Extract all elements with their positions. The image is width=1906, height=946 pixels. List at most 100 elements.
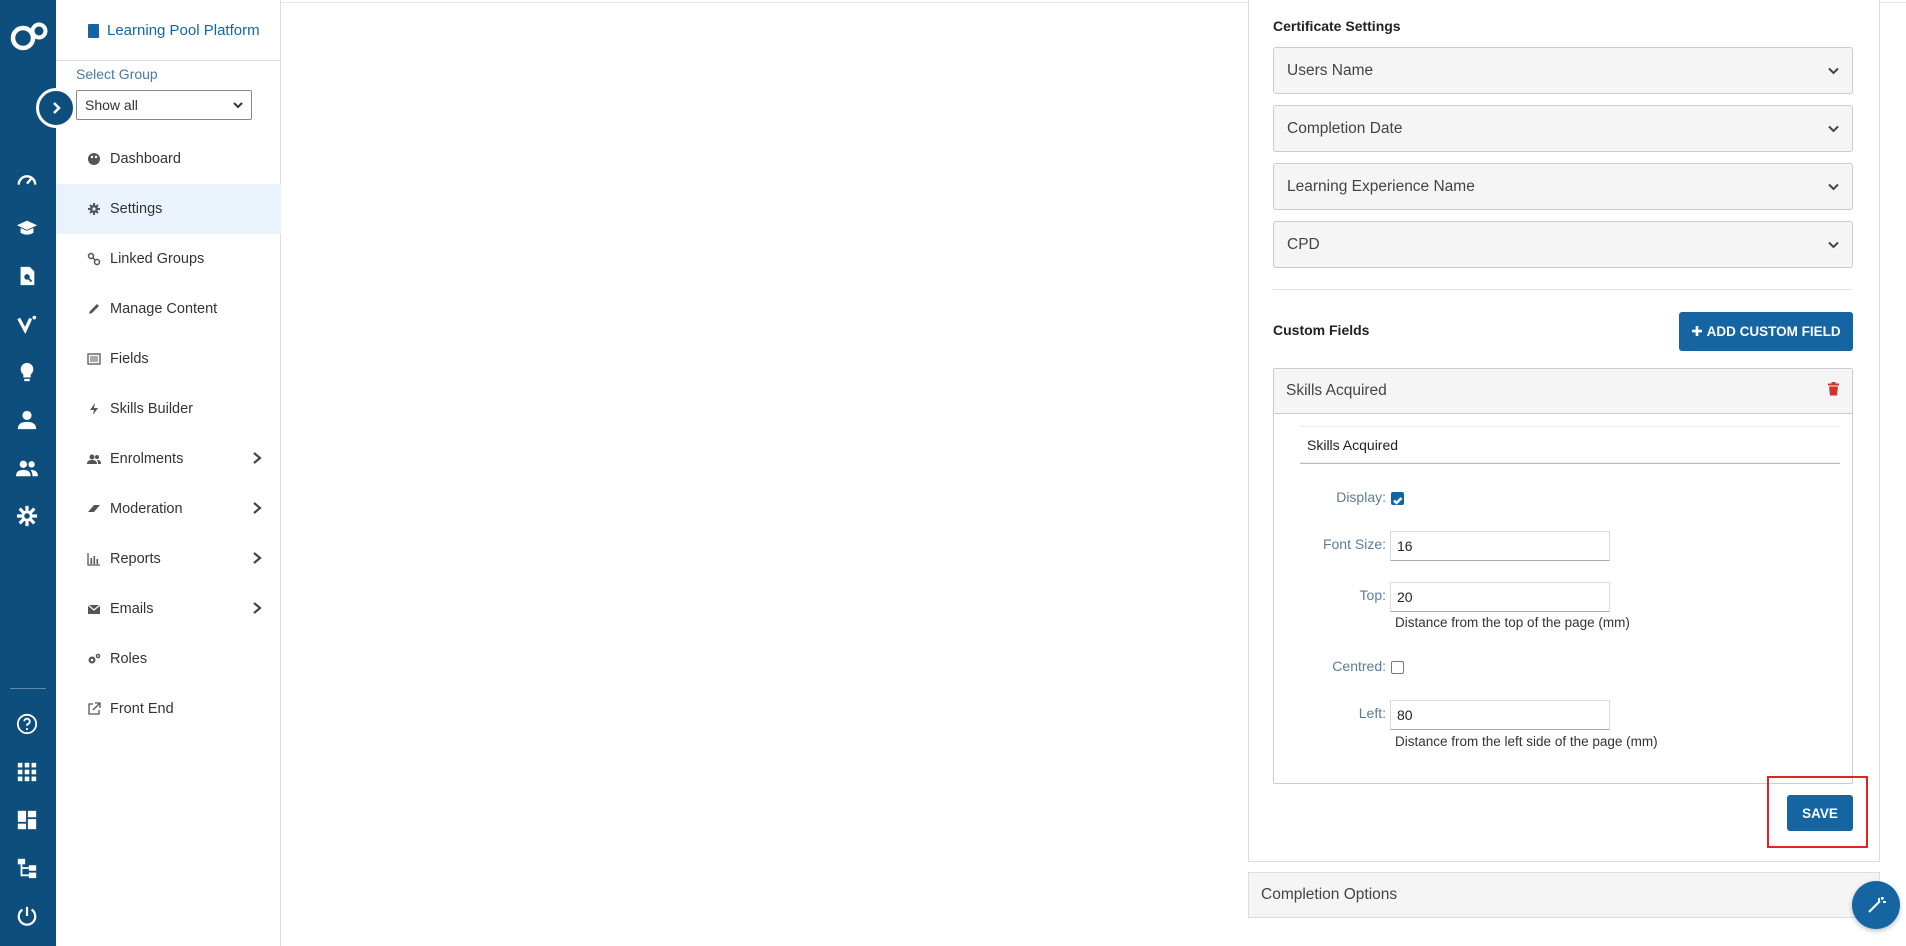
layout-icon[interactable] xyxy=(14,807,40,833)
sidebar: Learning Pool Platform Select Group Show… xyxy=(56,0,281,946)
person-icon[interactable] xyxy=(14,407,40,433)
chevron-right-icon xyxy=(251,601,263,615)
v-logo-icon[interactable] xyxy=(14,311,40,337)
display-checkbox[interactable] xyxy=(1391,492,1404,505)
sidebar-item-fields[interactable]: Fields xyxy=(56,334,281,384)
left-input[interactable]: 80 xyxy=(1390,700,1610,730)
completion-options-panel[interactable]: Completion Options xyxy=(1248,872,1880,918)
sidebar-item-label: Emails xyxy=(110,601,154,617)
certificate-settings-title: Certificate Settings xyxy=(1273,18,1401,34)
sidebar-item-label: Enrolments xyxy=(110,451,184,467)
building-icon xyxy=(88,23,99,38)
sidebar-item-label: Dashboard xyxy=(110,151,181,167)
magic-wand-icon xyxy=(1868,896,1886,913)
add-custom-field-button[interactable]: ✚ ADD CUSTOM FIELD xyxy=(1679,312,1853,351)
sidebar-item-front-end[interactable]: Front End xyxy=(56,684,281,734)
section-divider xyxy=(1273,289,1853,290)
chevron-right-icon xyxy=(251,451,263,465)
add-custom-field-label: ADD CUSTOM FIELD xyxy=(1706,324,1841,339)
sidebar-item-enrolments[interactable]: Enrolments xyxy=(56,434,281,484)
custom-field-header-label: Skills Acquired xyxy=(1286,382,1387,399)
sidebar-item-label: Reports xyxy=(110,551,161,567)
gear-icon[interactable] xyxy=(14,503,40,529)
sidebar-item-roles[interactable]: Roles xyxy=(56,634,281,684)
pencil-icon xyxy=(86,302,102,316)
display-label: Display: xyxy=(1336,489,1386,505)
select-group-label: Select Group xyxy=(76,66,158,82)
custom-field-body: Skills Acquired Display: Font Size: 16 T… xyxy=(1274,414,1852,783)
chevron-down-icon xyxy=(233,102,243,109)
lightbulb-icon[interactable] xyxy=(14,359,40,385)
sidebar-separator xyxy=(56,60,281,61)
completion-date-dropdown[interactable]: Completion Date xyxy=(1273,105,1853,152)
sidebar-item-label: Fields xyxy=(110,351,149,367)
gear-icon xyxy=(86,202,102,216)
chevron-right-icon xyxy=(251,501,263,515)
magic-wand-button[interactable] xyxy=(1852,881,1900,929)
chevron-right-icon xyxy=(53,102,61,114)
sidebar-item-moderation[interactable]: Moderation xyxy=(56,484,281,534)
platform-link[interactable]: Learning Pool Platform xyxy=(88,22,260,39)
centred-checkbox[interactable] xyxy=(1391,661,1404,674)
sidebar-toggle-button[interactable] xyxy=(36,88,76,128)
help-icon[interactable] xyxy=(14,711,40,737)
custom-fields-title: Custom Fields xyxy=(1273,322,1370,338)
bar-chart-icon xyxy=(86,552,102,566)
top-input[interactable]: 20 xyxy=(1390,582,1610,612)
chevron-down-icon xyxy=(1828,125,1839,133)
sidebar-item-linked-groups[interactable]: Linked Groups xyxy=(56,234,281,284)
users-name-dropdown[interactable]: Users Name xyxy=(1273,47,1853,94)
grid-icon[interactable] xyxy=(14,759,40,785)
dropdown-label: Completion Date xyxy=(1287,119,1403,137)
custom-field-card: Skills Acquired Skills Acquired Display:… xyxy=(1273,368,1853,784)
centred-label: Centred: xyxy=(1332,658,1386,674)
dropdown-label: Learning Experience Name xyxy=(1287,177,1475,195)
sidebar-item-label: Front End xyxy=(110,701,174,717)
custom-field-name-input[interactable]: Skills Acquired xyxy=(1300,426,1840,464)
group-select-value: Show all xyxy=(85,97,138,113)
document-search-icon[interactable] xyxy=(14,263,40,289)
font-size-label: Font Size: xyxy=(1322,536,1386,552)
left-help-text: Distance from the left side of the page … xyxy=(1395,734,1658,749)
dashboard-gauge-icon[interactable] xyxy=(14,167,40,193)
sidebar-item-dashboard[interactable]: Dashboard xyxy=(56,134,281,184)
plus-icon: ✚ xyxy=(1691,323,1703,339)
custom-field-header[interactable]: Skills Acquired xyxy=(1274,369,1852,414)
top-label: Top: xyxy=(1359,587,1386,603)
cpd-dropdown[interactable]: CPD xyxy=(1273,221,1853,268)
people-icon[interactable] xyxy=(14,455,40,481)
graduation-cap-icon[interactable] xyxy=(14,215,40,241)
left-value: 80 xyxy=(1397,707,1413,723)
power-icon[interactable] xyxy=(14,903,40,929)
sidebar-item-label: Linked Groups xyxy=(110,251,205,267)
rail-divider xyxy=(10,688,46,689)
platform-name: Learning Pool Platform xyxy=(107,22,260,39)
sidebar-menu: Dashboard Settings Linked Groups Manage … xyxy=(56,134,281,734)
sidebar-item-manage-content[interactable]: Manage Content xyxy=(56,284,281,334)
dropdown-label: Users Name xyxy=(1287,61,1374,79)
bolt-icon xyxy=(86,402,102,416)
group-select[interactable]: Show all xyxy=(76,90,252,120)
sidebar-item-emails[interactable]: Emails xyxy=(56,584,281,634)
sidebar-item-label: Moderation xyxy=(110,501,183,517)
learning-pool-logo[interactable] xyxy=(10,22,48,52)
custom-field-name-value: Skills Acquired xyxy=(1307,437,1399,453)
completion-options-label: Completion Options xyxy=(1261,886,1398,903)
sidebar-item-skills-builder[interactable]: Skills Builder xyxy=(56,384,281,434)
sidebar-item-reports[interactable]: Reports xyxy=(56,534,281,584)
trash-icon[interactable] xyxy=(1827,381,1840,401)
hierarchy-icon[interactable] xyxy=(14,855,40,881)
icon-rail xyxy=(0,0,56,946)
save-button[interactable]: SAVE xyxy=(1787,795,1853,831)
font-size-input[interactable]: 16 xyxy=(1390,531,1610,561)
sidebar-item-label: Settings xyxy=(110,201,163,217)
font-size-value: 16 xyxy=(1397,538,1413,554)
chevron-right-icon xyxy=(251,551,263,565)
list-icon xyxy=(86,352,102,366)
users-icon xyxy=(86,452,102,466)
sidebar-item-settings[interactable]: Settings xyxy=(56,184,281,234)
top-value: 20 xyxy=(1397,589,1413,605)
cogs-icon xyxy=(86,652,102,666)
chevron-down-icon xyxy=(1828,183,1839,191)
learning-experience-name-dropdown[interactable]: Learning Experience Name xyxy=(1273,163,1853,210)
